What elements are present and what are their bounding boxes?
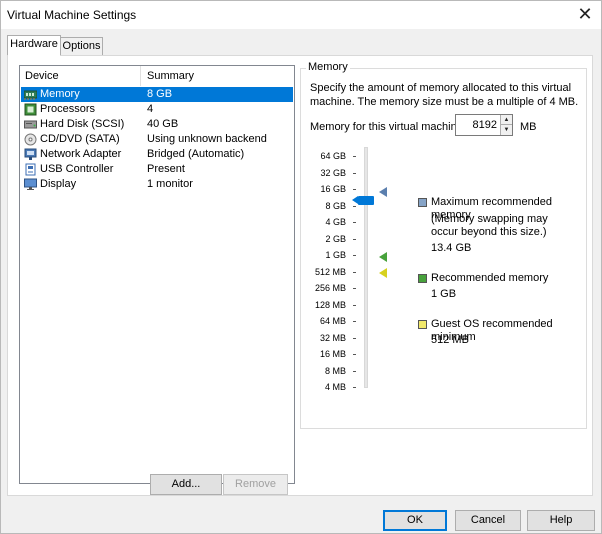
device-summary: Using unknown backend <box>147 133 267 145</box>
device-row-cd-dvd[interactable]: CD/DVD (SATA) Using unknown backend <box>21 132 293 147</box>
memory-field-label: Memory for this virtual machine: <box>310 121 466 133</box>
scale-tick <box>353 172 356 174</box>
vm-settings-window: Virtual Machine Settings ✕ Hardware Opti… <box>0 0 602 534</box>
device-summary: 1 monitor <box>147 178 193 190</box>
column-divider[interactable] <box>140 66 141 86</box>
device-list[interactable]: Device Summary Memory 8 GB Processors 4 … <box>19 65 295 484</box>
scale-tick <box>353 321 356 322</box>
scale-tick <box>353 304 356 306</box>
scale-tick <box>353 271 356 273</box>
guest-minimum-marker-icon <box>379 268 387 278</box>
dialog-body: Hardware Options Device Summary Memory 8… <box>1 29 601 533</box>
device-name: CD/DVD (SATA) <box>40 133 120 145</box>
scale-label: 16 GB <box>320 184 346 194</box>
device-row-usb-controller[interactable]: USB Controller Present <box>21 162 293 177</box>
scale-tick <box>353 288 356 289</box>
device-name: Processors <box>40 103 96 115</box>
memory-group-title: Memory <box>306 61 350 73</box>
device-row-display[interactable]: Display 1 monitor <box>21 177 293 192</box>
scale-tick <box>353 205 356 207</box>
scale-label: 32 MB <box>319 332 346 343</box>
device-summary: 4 <box>147 103 154 115</box>
help-button[interactable]: Help <box>527 510 595 531</box>
spin-down-icon[interactable]: ▼ <box>500 125 512 135</box>
scale-tick <box>353 255 356 256</box>
window-title: Virtual Machine Settings <box>7 8 137 22</box>
scale-label: 8 MB <box>324 365 346 376</box>
cd-dvd-icon <box>24 133 37 146</box>
scale-tick <box>353 337 356 339</box>
max-recommended-marker-icon <box>379 187 387 197</box>
memory-size-input[interactable]: 8192 <box>459 118 497 132</box>
column-header-device[interactable]: Device <box>25 66 59 86</box>
hard-disk-icon <box>24 120 37 129</box>
column-header-summary[interactable]: Summary <box>147 66 194 86</box>
memory-size-spinner[interactable]: 8192 ▲ ▼ <box>455 114 513 136</box>
max-recommended-swatch <box>418 198 427 207</box>
device-name: Display <box>40 178 77 190</box>
processor-icon <box>24 103 37 116</box>
device-name: Hard Disk (SCSI) <box>40 118 125 130</box>
device-row-processors[interactable]: Processors 4 <box>21 102 293 117</box>
recommended-swatch <box>418 274 427 283</box>
guest-minimum-swatch <box>418 320 427 329</box>
scale-label: 4 GB <box>325 217 346 227</box>
scale-tick <box>353 354 356 355</box>
device-summary: Bridged (Automatic) <box>147 148 245 160</box>
max-recommended-note: (Memory swapping may occur beyond this s… <box>431 213 548 238</box>
cancel-button[interactable]: Cancel <box>455 510 521 531</box>
max-recommended-value: 13.4 GB <box>431 242 472 254</box>
add-device-button[interactable]: Add... <box>150 474 222 495</box>
memory-description: Specify the amount of memory allocated t… <box>310 82 579 108</box>
scale-tick <box>353 189 356 190</box>
display-icon <box>24 178 37 190</box>
device-name: Memory <box>40 88 80 100</box>
scale-label: 512 MB <box>314 266 346 277</box>
memory-slider-track[interactable] <box>364 147 368 388</box>
recommended-value: 1 GB <box>431 288 457 300</box>
scale-tick <box>353 370 356 372</box>
scale-label: 2 GB <box>325 233 346 244</box>
scale-tick <box>353 238 356 240</box>
device-row-memory[interactable]: Memory 8 GB <box>21 87 293 102</box>
scale-tick <box>353 156 356 157</box>
scale-label: 1 GB <box>325 250 346 260</box>
device-name: USB Controller <box>40 163 114 175</box>
memory-unit-label: MB <box>520 121 537 133</box>
remove-device-button[interactable]: Remove <box>223 474 288 495</box>
scale-tick <box>353 222 356 223</box>
device-summary: Present <box>147 163 185 175</box>
device-summary: 40 GB <box>147 118 179 130</box>
scale-label: 64 GB <box>320 151 346 161</box>
device-name: Network Adapter <box>40 148 122 160</box>
ok-button[interactable]: OK <box>383 510 447 531</box>
memory-icon <box>24 90 37 100</box>
network-adapter-icon <box>24 148 37 160</box>
recommended-title: Recommended memory <box>431 272 549 284</box>
recommended-marker-icon <box>379 252 387 262</box>
guest-minimum-value: 512 MB <box>431 334 469 346</box>
memory-slider-thumb[interactable] <box>352 196 374 205</box>
tab-options[interactable]: Options <box>61 37 103 56</box>
scale-label: 4 MB <box>324 382 346 392</box>
scale-label: 64 MB <box>319 316 346 326</box>
tab-hardware[interactable]: Hardware <box>7 35 61 56</box>
hardware-panel: Device Summary Memory 8 GB Processors 4 … <box>7 55 593 496</box>
spin-up-icon[interactable]: ▲ <box>500 115 512 125</box>
device-row-network-adapter[interactable]: Network Adapter Bridged (Automatic) <box>21 147 293 162</box>
scale-label: 32 GB <box>320 167 346 178</box>
usb-controller-icon <box>25 163 36 176</box>
close-icon[interactable]: ✕ <box>573 3 597 27</box>
title-bar: Virtual Machine Settings ✕ <box>1 1 601 29</box>
device-row-hard-disk[interactable]: Hard Disk (SCSI) 40 GB <box>21 117 293 132</box>
scale-label: 128 MB <box>314 299 346 310</box>
device-summary: 8 GB <box>147 88 173 100</box>
scale-label: 8 GB <box>325 200 346 211</box>
scale-tick <box>353 387 356 388</box>
scale-label: 256 MB <box>314 283 346 293</box>
scale-label: 16 MB <box>319 349 346 359</box>
